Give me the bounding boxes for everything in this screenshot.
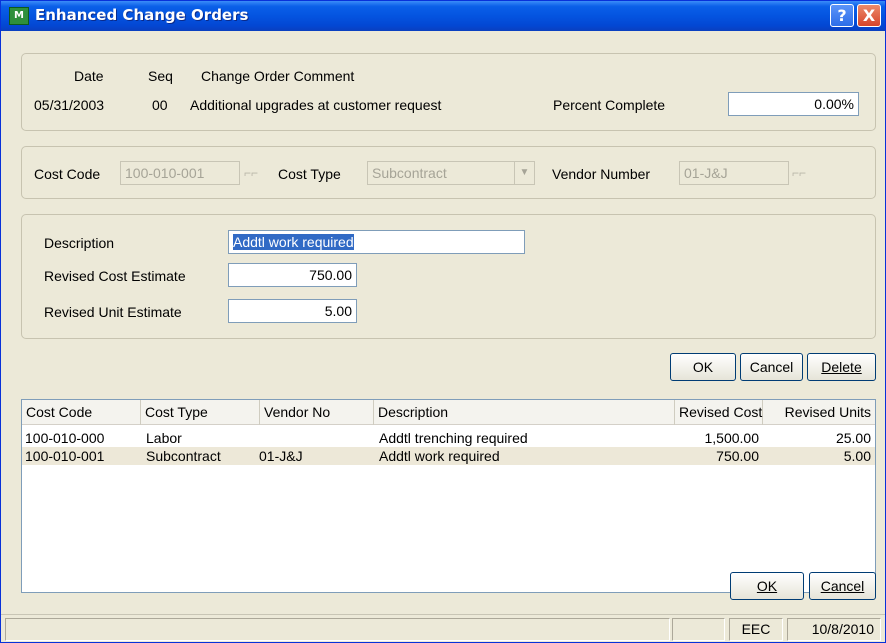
chevron-down-icon[interactable]: ▼ <box>514 162 534 184</box>
cancel-button[interactable]: Cancel <box>809 572 876 600</box>
close-button[interactable]: X <box>857 4 881 27</box>
comment-value: Additional upgrades at customer request <box>190 97 442 113</box>
cell-revised-cost: 750.00 <box>716 448 759 464</box>
cell-cost-code: 100-010-001 <box>25 448 105 464</box>
cell-description: Addtl work required <box>379 448 500 464</box>
status-date: 10/8/2010 <box>787 618 881 641</box>
seq-label: Seq <box>148 68 173 84</box>
cost-code-lookup-icon[interactable]: ⌐⌐ <box>244 162 260 184</box>
status-company: EEC <box>729 618 783 641</box>
cost-code-input[interactable]: 100-010-001 <box>120 161 240 185</box>
date-value: 05/31/2003 <box>34 97 105 113</box>
column-header-revised-units[interactable]: Revised Units <box>763 400 875 425</box>
line-ok-button[interactable]: OK <box>670 353 736 381</box>
grid-header: Cost Code Cost Type Vendor No Descriptio… <box>22 400 875 425</box>
line-detail-panel: Description Addtl work required Revised … <box>21 214 876 339</box>
title-bar[interactable]: M Enhanced Change Orders ? X <box>1 1 885 31</box>
column-header-revised-cost[interactable]: Revised Cost <box>675 400 763 425</box>
description-label: Description <box>44 235 115 251</box>
cell-revised-units: 5.00 <box>843 448 871 464</box>
line-cancel-button[interactable]: Cancel <box>740 353 803 381</box>
window-title: Enhanced Change Orders <box>35 6 249 24</box>
status-blank-pane <box>672 618 725 641</box>
percent-complete-input[interactable]: 0.00% <box>728 92 859 116</box>
column-header-vendor-no[interactable]: Vendor No <box>260 400 374 425</box>
column-header-description[interactable]: Description <box>374 400 675 425</box>
cost-type-select[interactable]: Subcontract ▼ <box>367 161 535 185</box>
cell-vendor-no <box>259 429 369 447</box>
seq-value: 00 <box>152 97 168 113</box>
cell-vendor-no: 01-J&J <box>259 448 303 464</box>
revised-cost-estimate-label: Revised Cost Estimate <box>44 268 186 284</box>
cell-cost-type: Subcontract <box>146 448 221 464</box>
vendor-number-label: Vendor Number <box>552 166 651 182</box>
change-order-lines-grid[interactable]: Cost Code Cost Type Vendor No Descriptio… <box>21 399 876 593</box>
cancel-label: Cancel <box>820 578 865 594</box>
ok-label: OK <box>756 578 778 594</box>
help-button[interactable]: ? <box>830 4 854 27</box>
cost-type-value: Subcontract <box>372 165 447 181</box>
cost-code-label: Cost Code <box>34 166 101 182</box>
ok-button[interactable]: OK <box>730 572 804 600</box>
cell-description: Addtl trenching required <box>379 430 528 446</box>
cell-revised-cost: 1,500.00 <box>704 430 760 446</box>
date-label: Date <box>74 68 104 84</box>
table-row[interactable]: 100-010-000 Labor Addtl trenching requir… <box>22 429 875 447</box>
revised-unit-estimate-input[interactable]: 5.00 <box>228 299 357 323</box>
cell-revised-units: 25.00 <box>835 430 871 446</box>
cell-cost-code: 100-010-000 <box>25 430 105 446</box>
column-header-cost-type[interactable]: Cost Type <box>141 400 260 425</box>
percent-complete-label: Percent Complete <box>553 97 666 113</box>
line-delete-button[interactable]: Delete <box>807 353 876 381</box>
vendor-number-input[interactable]: 01-J&J <box>679 161 789 185</box>
cell-cost-type: Labor <box>146 430 182 446</box>
vendor-lookup-icon[interactable]: ⌐⌐ <box>792 162 808 184</box>
revised-cost-estimate-input[interactable]: 750.00 <box>228 263 357 287</box>
status-message-pane <box>5 618 670 641</box>
comment-label: Change Order Comment <box>201 68 355 84</box>
cost-type-label: Cost Type <box>278 166 341 182</box>
revised-unit-estimate-label: Revised Unit Estimate <box>44 304 182 320</box>
table-row[interactable]: 100-010-001 Subcontract 01-J&J Addtl wor… <box>22 447 875 465</box>
change-order-header-panel: Date Seq Change Order Comment 05/31/2003… <box>21 53 876 131</box>
description-input[interactable]: Addtl work required <box>228 230 525 254</box>
cost-code-panel: Cost Code 100-010-001 ⌐⌐ Cost Type Subco… <box>21 146 876 199</box>
description-value: Addtl work required <box>233 234 354 250</box>
delete-label: Delete <box>821 359 862 375</box>
column-header-cost-code[interactable]: Cost Code <box>22 400 141 425</box>
status-bar: EEC 10/8/2010 <box>1 614 885 642</box>
app-icon: M <box>9 7 29 25</box>
enhanced-change-orders-window: M Enhanced Change Orders ? X Date Seq Ch… <box>0 0 886 643</box>
